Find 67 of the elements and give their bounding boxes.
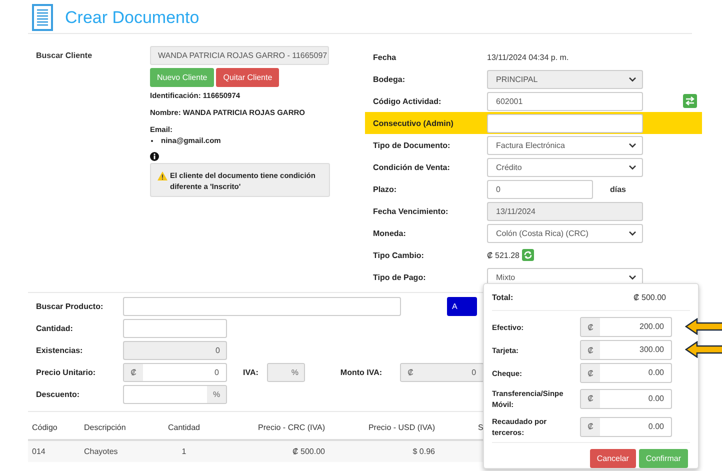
field-label: Plazo: xyxy=(373,184,398,194)
table-cell-text: Chayotes xyxy=(84,447,119,456)
table-cell-text: 1 xyxy=(180,447,188,456)
field-label: Tipo Cambio: xyxy=(373,250,425,260)
chevron-down-icon xyxy=(629,142,636,148)
column-header: Precio - CRC (IVA) xyxy=(257,422,326,432)
field-label: Precio Unitario: xyxy=(36,368,97,376)
field-label: Fecha Vencimiento: xyxy=(373,206,450,216)
column-header: Descripción xyxy=(84,422,127,432)
field-label: Consecutivo (Admin) xyxy=(373,118,454,128)
arrow-icon xyxy=(685,318,722,335)
arrow-icon xyxy=(685,341,722,358)
field-label: Descuento: xyxy=(36,390,81,398)
cancel-button[interactable]: Cancelar xyxy=(590,449,636,468)
select-field[interactable]: Factura Electrónica xyxy=(487,136,643,154)
amount-field[interactable]: ₡ 0.00 xyxy=(580,388,672,408)
input-group[interactable]: % xyxy=(123,384,227,404)
table-cell-text: $ 0.96 xyxy=(412,447,436,456)
amount-field[interactable]: ₡ 300.00 xyxy=(580,340,672,360)
refresh-icon[interactable] xyxy=(522,249,534,261)
column-header: Código xyxy=(32,422,58,432)
chevron-down-icon xyxy=(629,76,636,82)
column-header: Cantidad xyxy=(166,422,202,432)
remove-client-button[interactable]: Quitar Cliente xyxy=(216,68,280,87)
total-value: ₡ 500.00 xyxy=(634,292,666,302)
amount-field[interactable]: ₡ 200.00 xyxy=(580,317,672,337)
info-icon xyxy=(150,152,159,161)
chevron-down-icon xyxy=(629,230,636,236)
table-cell-text: 014 xyxy=(32,447,46,456)
field-label: Buscar Cliente xyxy=(36,50,94,62)
field-label: IVA: xyxy=(243,368,258,376)
field-label: Moneda: xyxy=(373,228,407,238)
field-label: Bodega: xyxy=(373,74,406,84)
table-cell-text: ₡ 500.00 xyxy=(292,447,326,456)
field-label: Buscar Producto: xyxy=(36,302,104,310)
chevron-down-icon xyxy=(629,164,636,170)
total-label: Total: xyxy=(492,292,514,302)
field-label: Tipo de Pago: xyxy=(373,272,427,282)
document-icon xyxy=(32,4,53,31)
column-header: S xyxy=(477,422,484,432)
field-label: Monto IVA: xyxy=(340,368,382,376)
amount-field[interactable]: ₡ 0.00 xyxy=(580,363,672,383)
column-header: Precio - USD (IVA) xyxy=(367,422,436,432)
swap-icon[interactable] xyxy=(683,94,697,108)
product-search-field[interactable] xyxy=(123,296,401,316)
select-field[interactable]: Colón (Costa Rica) (CRC) xyxy=(487,224,643,242)
warning-icon xyxy=(157,171,168,181)
field-label: Condición de Venta: xyxy=(373,162,451,172)
input-field[interactable]: 0 xyxy=(487,180,593,198)
field-label: Tipo de Documento: xyxy=(373,140,452,150)
unit-label: días xyxy=(610,184,626,194)
field-label: Existencias: xyxy=(36,346,84,354)
input-field[interactable]: 602001 xyxy=(487,92,643,110)
select-field[interactable]: Crédito xyxy=(487,158,643,176)
field-label: Fecha xyxy=(373,52,398,62)
field-label: Código Actividad: xyxy=(373,96,442,106)
customer-search-field[interactable]: WANDA PATRICIA ROJAS GARRO - 11665097 xyxy=(150,46,329,65)
chevron-down-icon xyxy=(629,274,636,280)
page-title: Crear Documento xyxy=(65,8,200,28)
input-field[interactable] xyxy=(123,318,227,338)
add-button[interactable]: A xyxy=(447,296,477,316)
input-field[interactable] xyxy=(487,114,643,132)
field-value: ₡ 521.28 xyxy=(487,250,520,260)
input-group[interactable]: ₡ 0 xyxy=(123,362,227,382)
field-value: 13/11/2024 04:34 p. m. xyxy=(487,52,569,62)
amount-field[interactable]: ₡ 0.00 xyxy=(580,416,672,436)
field-label: Cantidad: xyxy=(36,324,74,332)
